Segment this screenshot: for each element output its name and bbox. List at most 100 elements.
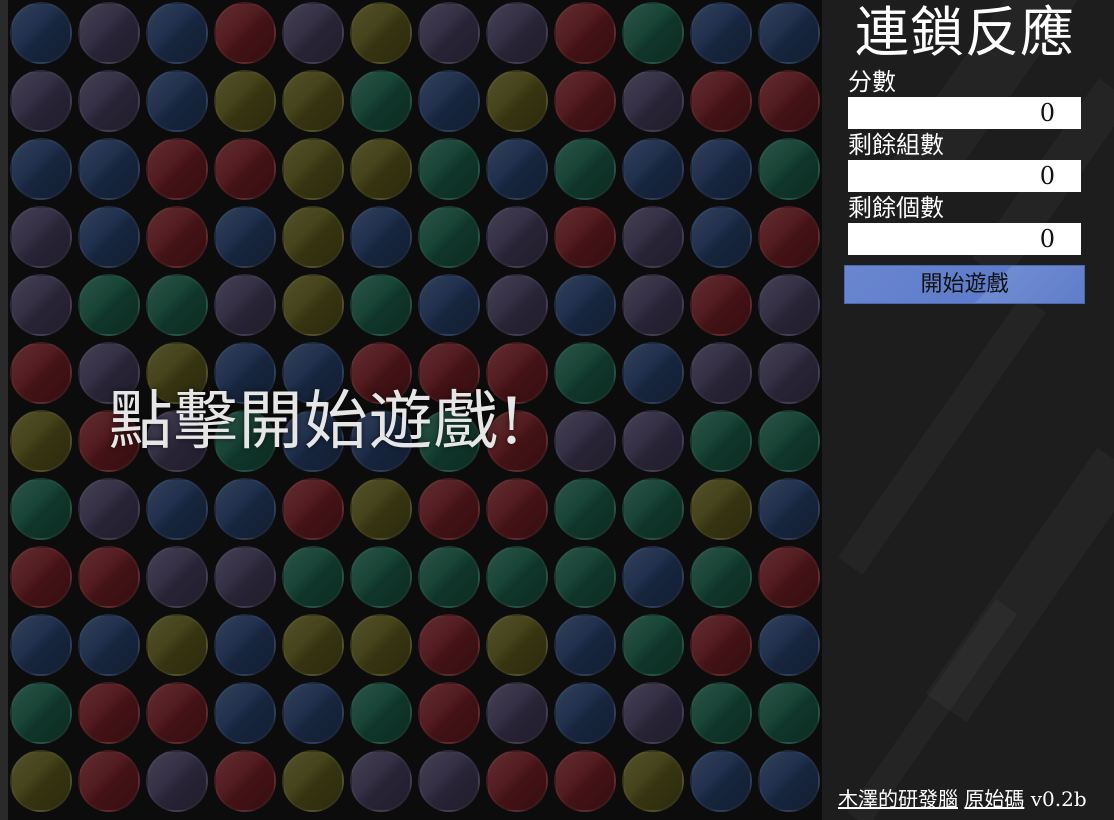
ball-blue[interactable] bbox=[758, 2, 820, 64]
ball-red[interactable] bbox=[418, 342, 480, 404]
ball-blue[interactable] bbox=[758, 478, 820, 540]
ball-red[interactable] bbox=[418, 478, 480, 540]
ball-red[interactable] bbox=[78, 682, 140, 744]
ball-purple[interactable] bbox=[486, 206, 548, 268]
ball-blue[interactable] bbox=[214, 682, 276, 744]
ball-yellow[interactable] bbox=[350, 2, 412, 64]
ball-green[interactable] bbox=[350, 546, 412, 608]
ball-green[interactable] bbox=[350, 274, 412, 336]
ball-green[interactable] bbox=[622, 2, 684, 64]
ball-yellow[interactable] bbox=[282, 70, 344, 132]
ball-green[interactable] bbox=[622, 478, 684, 540]
ball-blue[interactable] bbox=[690, 206, 752, 268]
ball-purple[interactable] bbox=[282, 2, 344, 64]
ball-green[interactable] bbox=[418, 206, 480, 268]
ball-red[interactable] bbox=[486, 342, 548, 404]
ball-purple[interactable] bbox=[214, 546, 276, 608]
ball-yellow[interactable] bbox=[214, 70, 276, 132]
ball-purple[interactable] bbox=[78, 478, 140, 540]
ball-red[interactable] bbox=[554, 70, 616, 132]
ball-green[interactable] bbox=[690, 682, 752, 744]
ball-red[interactable] bbox=[214, 2, 276, 64]
ball-red[interactable] bbox=[418, 614, 480, 676]
ball-blue[interactable] bbox=[10, 614, 72, 676]
ball-blue[interactable] bbox=[622, 138, 684, 200]
ball-blue[interactable] bbox=[554, 614, 616, 676]
ball-red[interactable] bbox=[690, 70, 752, 132]
ball-purple[interactable] bbox=[758, 274, 820, 336]
ball-yellow[interactable] bbox=[146, 614, 208, 676]
ball-green[interactable] bbox=[350, 70, 412, 132]
ball-blue[interactable] bbox=[690, 138, 752, 200]
ball-red[interactable] bbox=[10, 342, 72, 404]
ball-red[interactable] bbox=[758, 70, 820, 132]
ball-blue[interactable] bbox=[282, 342, 344, 404]
ball-green[interactable] bbox=[758, 682, 820, 744]
ball-blue[interactable] bbox=[690, 2, 752, 64]
ball-yellow[interactable] bbox=[10, 750, 72, 812]
ball-green[interactable] bbox=[486, 546, 548, 608]
ball-red[interactable] bbox=[282, 478, 344, 540]
ball-blue[interactable] bbox=[146, 70, 208, 132]
ball-purple[interactable] bbox=[554, 410, 616, 472]
ball-blue[interactable] bbox=[690, 750, 752, 812]
ball-yellow[interactable] bbox=[350, 138, 412, 200]
ball-green[interactable] bbox=[10, 682, 72, 744]
ball-red[interactable] bbox=[146, 138, 208, 200]
ball-red[interactable] bbox=[146, 682, 208, 744]
ball-red[interactable] bbox=[350, 342, 412, 404]
ball-red[interactable] bbox=[554, 2, 616, 64]
ball-purple[interactable] bbox=[10, 206, 72, 268]
ball-blue[interactable] bbox=[146, 478, 208, 540]
ball-green[interactable] bbox=[146, 274, 208, 336]
ball-yellow[interactable] bbox=[690, 478, 752, 540]
ball-blue[interactable] bbox=[282, 410, 344, 472]
ball-green[interactable] bbox=[350, 682, 412, 744]
ball-green[interactable] bbox=[418, 410, 480, 472]
ball-purple[interactable] bbox=[690, 342, 752, 404]
ball-red[interactable] bbox=[146, 206, 208, 268]
ball-yellow[interactable] bbox=[282, 614, 344, 676]
ball-purple[interactable] bbox=[622, 206, 684, 268]
ball-green[interactable] bbox=[690, 410, 752, 472]
ball-green[interactable] bbox=[554, 138, 616, 200]
ball-yellow[interactable] bbox=[622, 750, 684, 812]
ball-blue[interactable] bbox=[350, 410, 412, 472]
ball-blue[interactable] bbox=[350, 206, 412, 268]
ball-purple[interactable] bbox=[146, 410, 208, 472]
game-board[interactable]: 點擊開始遊戲! bbox=[8, 0, 822, 820]
start-game-button[interactable]: 開始遊戲 bbox=[844, 265, 1085, 304]
ball-red[interactable] bbox=[486, 750, 548, 812]
ball-blue[interactable] bbox=[10, 138, 72, 200]
ball-green[interactable] bbox=[282, 546, 344, 608]
ball-purple[interactable] bbox=[418, 2, 480, 64]
ball-blue[interactable] bbox=[10, 2, 72, 64]
ball-red[interactable] bbox=[78, 546, 140, 608]
ball-yellow[interactable] bbox=[282, 750, 344, 812]
ball-red[interactable] bbox=[486, 478, 548, 540]
ball-blue[interactable] bbox=[78, 206, 140, 268]
ball-purple[interactable] bbox=[622, 410, 684, 472]
ball-yellow[interactable] bbox=[282, 206, 344, 268]
ball-yellow[interactable] bbox=[282, 138, 344, 200]
ball-purple[interactable] bbox=[146, 546, 208, 608]
ball-purple[interactable] bbox=[78, 2, 140, 64]
ball-purple[interactable] bbox=[78, 70, 140, 132]
ball-red[interactable] bbox=[554, 750, 616, 812]
ball-red[interactable] bbox=[486, 410, 548, 472]
ball-purple[interactable] bbox=[78, 342, 140, 404]
ball-blue[interactable] bbox=[554, 682, 616, 744]
ball-red[interactable] bbox=[554, 206, 616, 268]
ball-red[interactable] bbox=[78, 410, 140, 472]
ball-blue[interactable] bbox=[622, 342, 684, 404]
ball-green[interactable] bbox=[554, 546, 616, 608]
ball-green[interactable] bbox=[418, 546, 480, 608]
ball-blue[interactable] bbox=[554, 274, 616, 336]
ball-purple[interactable] bbox=[622, 70, 684, 132]
ball-blue[interactable] bbox=[622, 546, 684, 608]
ball-green[interactable] bbox=[10, 478, 72, 540]
ball-yellow[interactable] bbox=[486, 70, 548, 132]
ball-blue[interactable] bbox=[418, 70, 480, 132]
ball-purple[interactable] bbox=[486, 274, 548, 336]
ball-blue[interactable] bbox=[214, 342, 276, 404]
